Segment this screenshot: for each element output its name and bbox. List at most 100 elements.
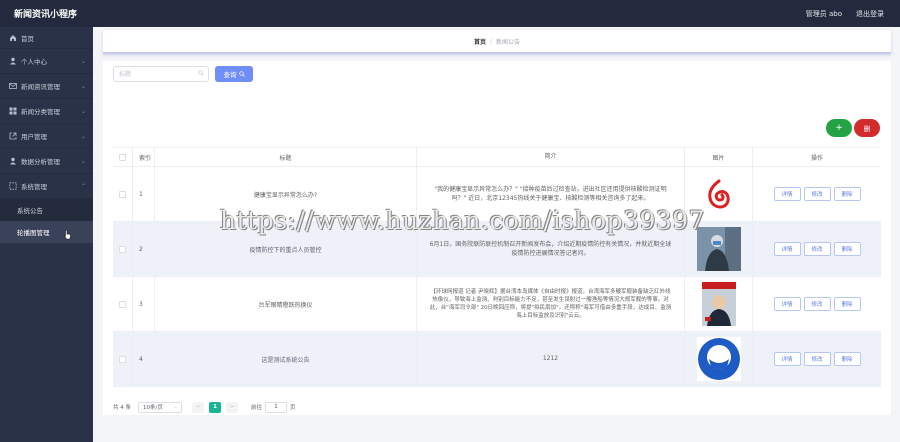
edit-button[interactable]: 修改 <box>803 187 831 201</box>
sidebar-subitem-label: 系统公告 <box>17 207 43 215</box>
row-image-cell <box>685 277 753 331</box>
row-image-cell <box>685 167 753 221</box>
user-icon <box>9 57 17 65</box>
sidebar-item-system[interactable]: 系统管理 ⌃ <box>0 174 93 199</box>
detail-button[interactable]: 详情 <box>773 352 801 366</box>
search-icon <box>198 70 204 78</box>
chevron-down-icon: ⌄ <box>80 132 86 140</box>
page-number-active[interactable]: 1 <box>209 401 221 413</box>
row-title: 疫情防控下的重点人员管控 <box>155 222 417 276</box>
header-title: 标题 <box>155 148 417 166</box>
table-row: 4 这是测试系统公告 1212 详情 修改 删除 <box>113 332 881 387</box>
app-title: 新闻资讯小程序 <box>14 10 78 20</box>
row-image-cell <box>685 222 753 276</box>
sidebar-subitem-carousel[interactable]: 轮播图管理 <box>0 221 93 243</box>
next-page-button[interactable]: > <box>226 401 238 413</box>
header-image: 图片 <box>685 148 753 166</box>
delete-button[interactable]: 删 <box>854 119 880 137</box>
prev-page-button[interactable]: < <box>192 401 204 413</box>
chevron-up-icon: ⌃ <box>80 182 86 190</box>
header-index: 索引 <box>133 148 155 166</box>
select-all-checkbox[interactable] <box>119 153 126 161</box>
row-index: 1 <box>133 167 155 221</box>
row-index: 2 <box>133 222 155 276</box>
data-table: 索引 标题 简介 图片 操作 1 健康宝显示异常怎么办? "我的健康宝显示异常怎… <box>113 147 881 387</box>
breadcrumb: 首页 / 新闻公告 <box>103 30 891 54</box>
row-checkbox[interactable] <box>119 190 126 198</box>
remove-button[interactable]: 删除 <box>833 187 861 201</box>
chevron-down-icon: ⌄ <box>80 107 86 115</box>
chevron-down-icon: ⌄ <box>173 404 178 410</box>
search-input[interactable] <box>114 67 194 81</box>
goto-label: 前往 <box>251 405 263 411</box>
row-image-cell <box>685 332 753 386</box>
edit-button[interactable]: 修改 <box>803 297 831 311</box>
row-intro: 1212 <box>417 332 685 386</box>
sidebar-item-analysis[interactable]: 数据分析管理 ⌄ <box>0 149 93 174</box>
row-title: 这是测试系统公告 <box>155 332 417 386</box>
row-ops: 详情 修改 删除 <box>753 222 881 276</box>
sidebar-subitem-announcement[interactable]: 系统公告 <box>0 199 93 221</box>
sidebar-item-news[interactable]: 新闻资讯管理 ⌄ <box>0 74 93 99</box>
remove-button[interactable]: 删除 <box>833 352 861 366</box>
row-check-cell <box>113 167 133 221</box>
breadcrumb-current: 新闻公告 <box>496 38 521 46</box>
table-row: 3 台军眼睛瞪跃热换仪 【环球网报道 记者 尹晓辉】据台湾本岛媒体《自由时报》报… <box>113 277 881 332</box>
row-index: 4 <box>133 332 155 386</box>
chevron-down-icon: ⌄ <box>80 157 86 165</box>
query-button[interactable]: 查询 <box>215 66 253 82</box>
edit-button[interactable]: 修改 <box>803 242 831 256</box>
home-icon <box>9 34 17 42</box>
query-button-label: 查询 <box>223 71 237 79</box>
sidebar-subitem-label: 轮播图管理 <box>17 229 50 237</box>
logout-link[interactable]: 退出登录 <box>856 9 884 19</box>
edit-button[interactable]: 修改 <box>803 352 831 366</box>
row-checkbox[interactable] <box>119 245 126 253</box>
page-size-select[interactable]: 10条/页 ⌄ <box>138 401 182 413</box>
sidebar-item-label: 用户管理 <box>21 133 47 141</box>
detail-button[interactable]: 详情 <box>773 297 801 311</box>
magazine-cover[interactable] <box>696 282 741 326</box>
header-ops: 操作 <box>810 154 823 162</box>
row-check-cell <box>113 332 133 386</box>
remove-button[interactable]: 删除 <box>833 242 861 256</box>
main-area: 首页 / 新闻公告 查询 + 删 索引 标题 简介 图片 操作 <box>93 27 900 442</box>
top-right-area: 管理员 abo 退出登录 <box>806 9 884 19</box>
sidebar: 首页 个人中心 ⌄ 新闻资讯管理 ⌄ 新闻分类管理 ⌄ 用户管理 ⌄ 数据分析管… <box>0 27 93 442</box>
breadcrumb-home[interactable]: 首页 <box>474 37 486 46</box>
table-row: 1 健康宝显示异常怎么办? "我的健康宝显示异常怎么办？" "接种疫苗后过检查站… <box>113 167 881 222</box>
search-icon <box>238 71 245 77</box>
detail-button[interactable]: 详情 <box>773 187 801 201</box>
sidebar-item-label: 首页 <box>21 34 34 43</box>
delete-button-label: 删 <box>863 125 871 133</box>
goto-page-input[interactable]: 1 <box>265 401 288 413</box>
sidebar-item-profile[interactable]: 个人中心 ⌄ <box>0 49 93 74</box>
mask-icon[interactable] <box>696 337 741 381</box>
add-button[interactable]: + <box>826 119 852 137</box>
row-checkbox[interactable] <box>119 355 126 363</box>
row-intro: "我的健康宝显示异常怎么办？" "接种疫苗后过检查站，进出社区还用提供核酸检测证… <box>417 167 685 221</box>
logo-icon[interactable] <box>696 172 741 216</box>
top-bar: 新闻资讯小程序 管理员 abo 退出登录 <box>0 0 900 27</box>
detail-button[interactable]: 详情 <box>773 242 801 256</box>
sidebar-item-label: 数据分析管理 <box>21 158 60 166</box>
row-check-cell <box>113 277 133 331</box>
doctor-photo[interactable] <box>696 227 741 271</box>
sidebar-item-home[interactable]: 首页 <box>0 27 93 49</box>
sidebar-item-users[interactable]: 用户管理 ⌄ <box>0 124 93 149</box>
sidebar-item-label: 系统管理 <box>21 183 47 191</box>
row-title: 健康宝显示异常怎么办? <box>155 167 417 221</box>
row-check-cell <box>113 222 133 276</box>
sidebar-item-label: 新闻分类管理 <box>21 108 60 116</box>
breadcrumb-separator: / <box>489 37 493 45</box>
chevron-down-icon: ⌄ <box>80 82 86 90</box>
remove-button[interactable]: 删除 <box>833 297 861 311</box>
row-ops: 详情 修改 删除 <box>753 167 881 221</box>
external-icon <box>9 132 17 140</box>
sidebar-item-category[interactable]: 新闻分类管理 ⌄ <box>0 99 93 124</box>
row-checkbox[interactable] <box>119 300 126 308</box>
sidebar-item-label: 个人中心 <box>21 58 47 66</box>
goto-suffix: 页 <box>290 405 296 411</box>
admin-label: 管理员 abo <box>805 9 842 18</box>
row-title: 台军眼睛瞪跃热换仪 <box>155 277 417 331</box>
